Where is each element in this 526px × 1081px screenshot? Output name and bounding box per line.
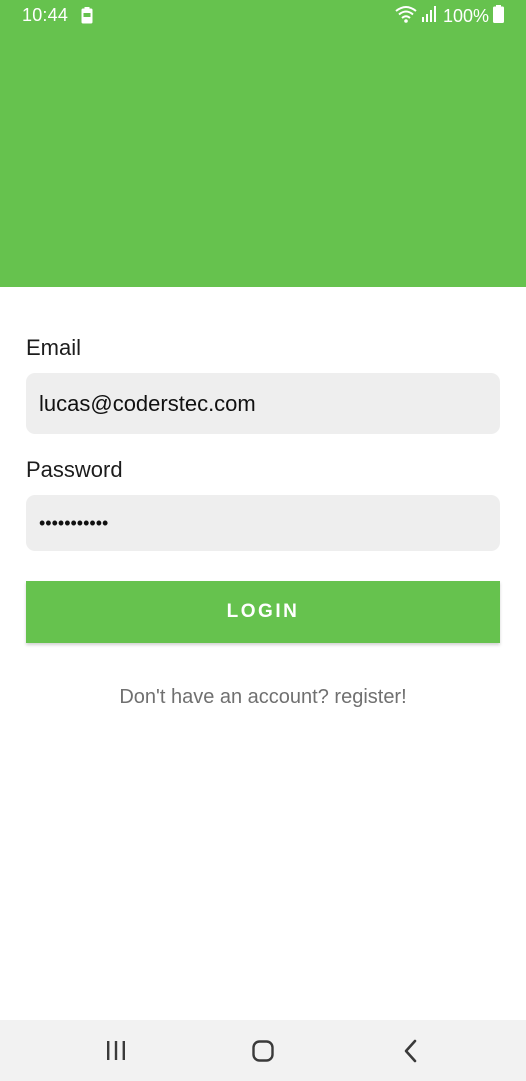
navigation-bar — [0, 1020, 526, 1081]
login-button[interactable]: LOGIN — [26, 581, 500, 643]
header-banner: 10:44 100% — [0, 0, 526, 287]
email-field[interactable]: lucas@coderstec.com — [26, 373, 500, 434]
password-label: Password — [26, 457, 123, 482]
battery-icon — [493, 5, 504, 28]
register-link[interactable]: Don't have an account? register! — [0, 686, 526, 709]
back-icon[interactable] — [396, 1037, 426, 1065]
status-bar: 10:44 100% — [0, 0, 526, 32]
status-time: 10:44 — [22, 5, 69, 25]
home-icon[interactable] — [248, 1037, 278, 1065]
recent-apps-icon[interactable] — [101, 1037, 131, 1065]
password-field[interactable]: ••••••••••• — [26, 495, 500, 551]
battery-saver-icon — [81, 7, 93, 29]
battery-percent: 100% — [442, 6, 489, 26]
status-right-group: 100% — [395, 5, 504, 28]
email-label: Email — [26, 335, 82, 360]
login-screen: 10:44 100% Email lucas@coderstec.com Pas… — [0, 0, 526, 1081]
wifi-icon — [395, 5, 417, 28]
signal-icon — [421, 6, 437, 27]
